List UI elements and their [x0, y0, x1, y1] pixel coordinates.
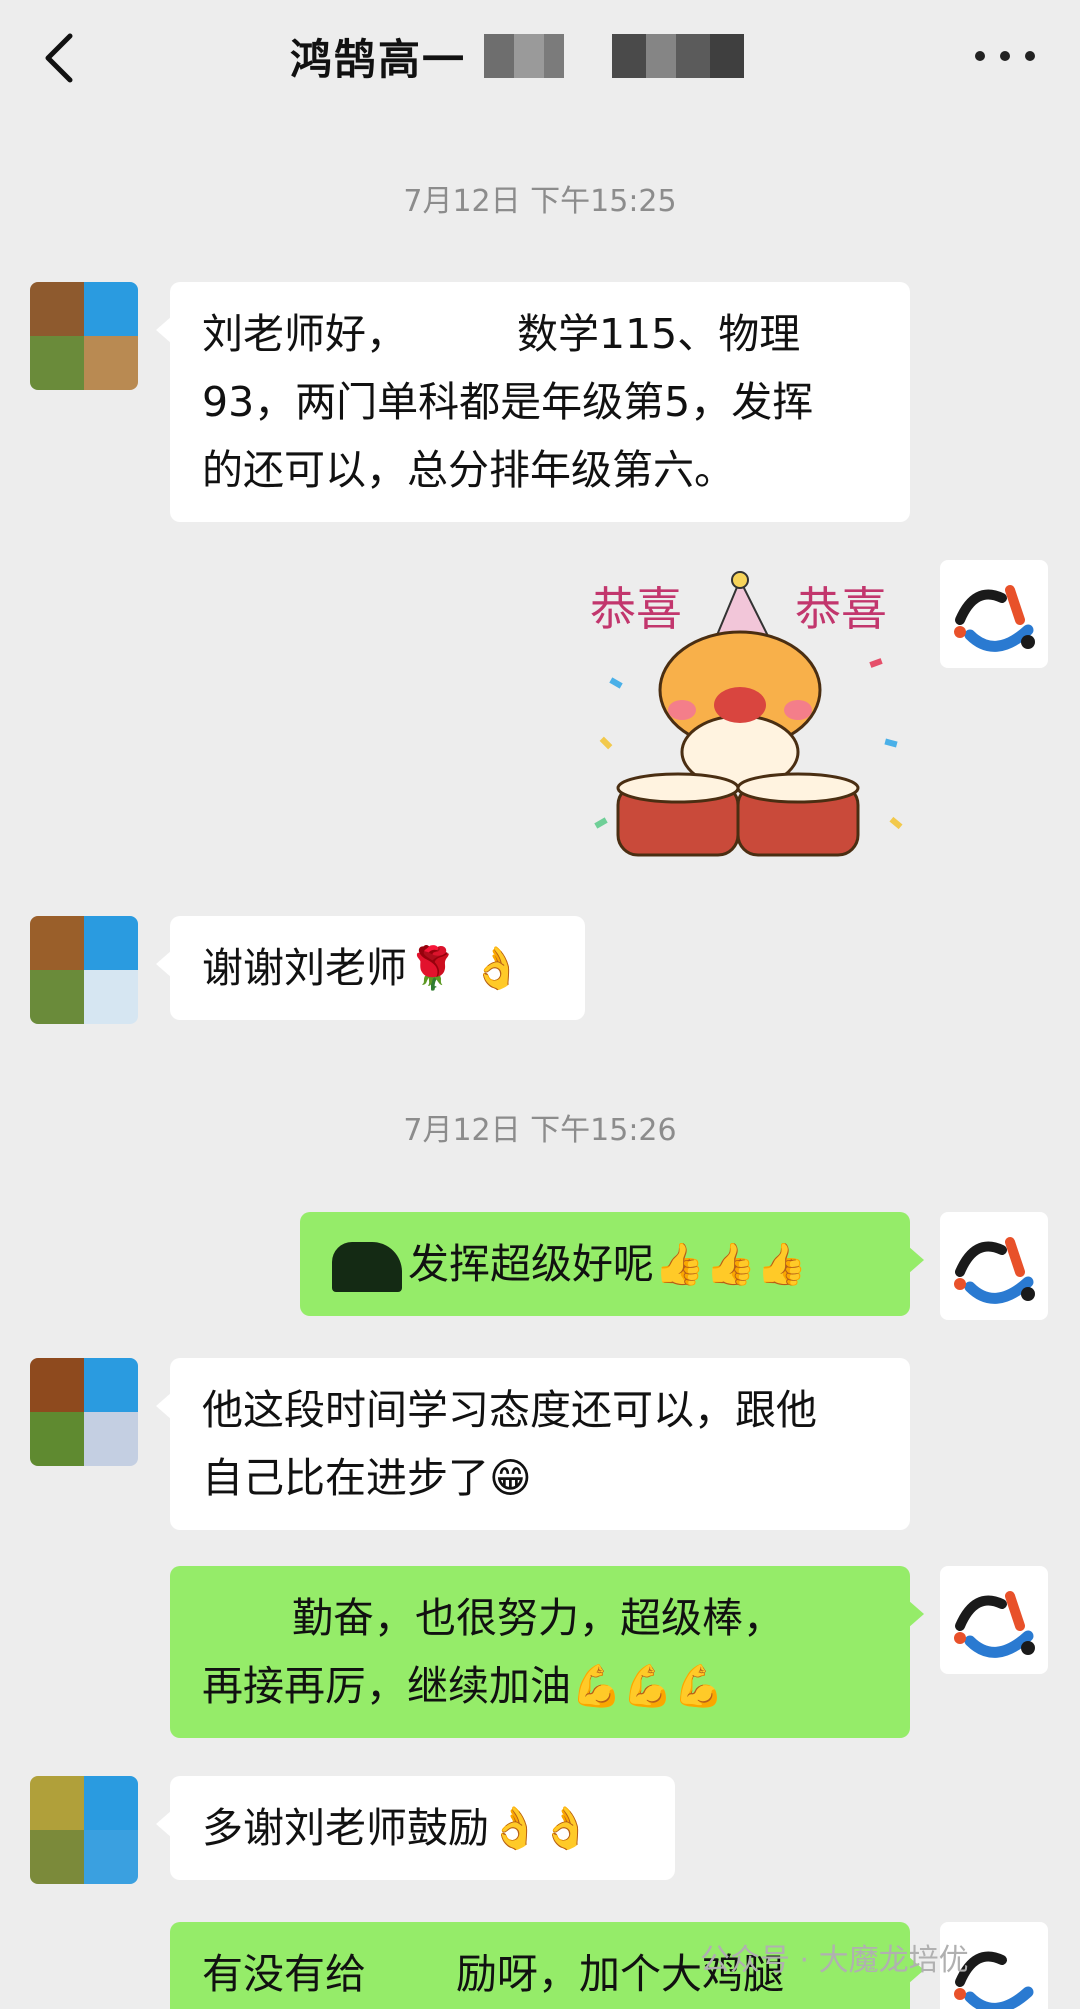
message-bubble[interactable]: 勤奋，也很努力，超级棒， 再接再厉，继续加油💪💪💪 [170, 1566, 924, 1738]
avatar-parent[interactable] [30, 916, 138, 1024]
more-options-icon[interactable] [975, 36, 1035, 76]
avatar-teacher[interactable] [940, 1566, 1048, 1674]
watermark: 公众号 · 大魔龙培优 [700, 1943, 969, 1978]
message-text: 他这段时间学习态度还可以，跟他 [202, 1386, 817, 1434]
chat-title: 鸿鹄高一 [290, 34, 467, 84]
thumbs-up-emoji: 👍👍👍 [654, 1240, 808, 1288]
redaction [202, 1599, 292, 1643]
sticker-text: 恭喜 [590, 582, 682, 636]
rose-ok-emoji: 🌹 👌 [407, 944, 523, 992]
grin-emoji: 😁 [489, 1454, 532, 1502]
message-bubble[interactable]: 刘老师好， 数学115、物理 93，两门单科都是年级第5，发挥 的还可以，总分排年… [156, 282, 910, 522]
message-bubble[interactable]: 谢谢刘老师🌹 👌 [156, 916, 585, 1020]
message-text: 93，两门单科都是年级第5，发挥 [202, 378, 814, 426]
message-bubble[interactable]: 他这段时间学习态度还可以，跟他 自己比在进步了😁 [156, 1358, 910, 1530]
ok-emoji: 👌👌 [489, 1804, 592, 1852]
message-bubble[interactable]: 发挥超级好呢👍👍👍 [300, 1212, 924, 1316]
message-text: 发挥超级好呢 [408, 1240, 654, 1288]
message-text: 谢谢刘老师 [202, 944, 407, 992]
message-text: 多谢刘老师鼓励 [202, 1804, 489, 1852]
avatar-teacher[interactable] [940, 1212, 1048, 1320]
sticker-text: 恭喜 [795, 582, 887, 636]
message-text: 数学115、物理 [517, 310, 801, 358]
redaction [332, 1242, 402, 1292]
message-text: 有没有给 [202, 1950, 366, 1998]
chat-header: 鸿鹄高一 [0, 0, 1080, 120]
redaction [366, 1955, 456, 1999]
avatar-teacher[interactable] [940, 560, 1048, 668]
redaction [407, 315, 517, 359]
message-text: 刘老师好， [202, 310, 407, 358]
avatar-parent[interactable] [30, 1776, 138, 1884]
message-text: 的还可以，总分排年级第六。 [202, 446, 735, 494]
message-text: 勤奋，也很努力，超级棒， [292, 1594, 784, 1642]
message-text: 再接再厉，继续加油 [202, 1662, 571, 1710]
congrats-sticker[interactable]: 恭喜 恭喜 [590, 570, 910, 880]
message-text: 自己比在进步了 [202, 1454, 489, 1502]
avatar-parent[interactable] [30, 1358, 138, 1466]
timestamp: 7月12日 下午15:26 [403, 1113, 677, 1148]
title-redaction-mosaic [484, 34, 745, 78]
back-arrow-icon[interactable] [40, 30, 80, 86]
message-bubble[interactable]: 多谢刘老师鼓励👌👌 [156, 1776, 675, 1880]
cheer-emoji: 💪💪💪 [571, 1662, 725, 1710]
timestamp: 7月12日 下午15:25 [403, 184, 677, 219]
avatar-parent[interactable] [30, 282, 138, 390]
